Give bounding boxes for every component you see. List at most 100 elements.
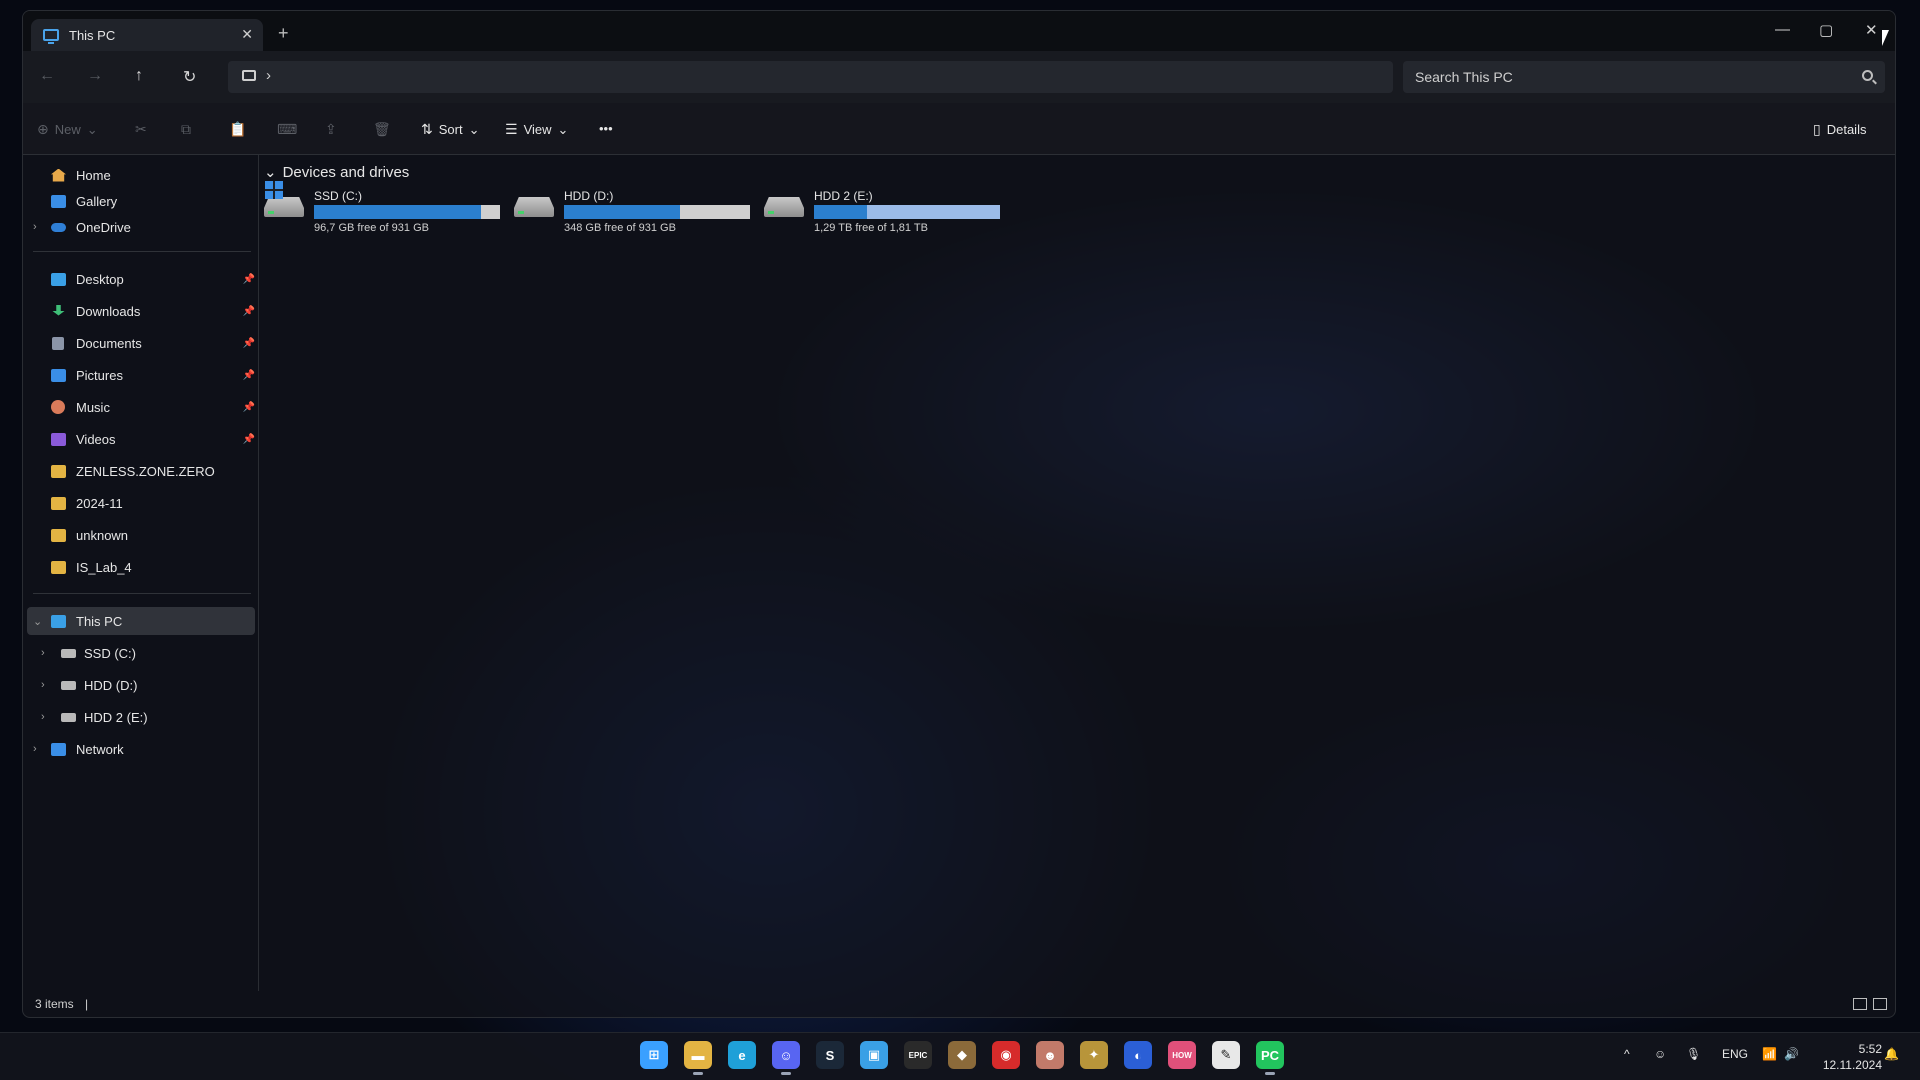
cloud-icon: [51, 223, 66, 232]
clock[interactable]: 5:52 12.11.2024: [1823, 1041, 1882, 1073]
sidebar-divider: [33, 593, 251, 594]
search-icon[interactable]: [1862, 70, 1873, 81]
drive-name: HDD (D:): [564, 189, 614, 203]
tiles-view-icon[interactable]: [1873, 998, 1887, 1010]
taskbar-app-app-notes[interactable]: ✎: [1212, 1041, 1240, 1069]
chevron-down-icon[interactable]: ⌄: [33, 615, 42, 628]
paste-button[interactable]: 📋: [229, 121, 246, 138]
sidebar-item-network[interactable]: › Network: [23, 735, 259, 763]
taskbar-app-app-blue[interactable]: ◐: [1124, 1041, 1152, 1069]
section-title: Devices and drives: [282, 163, 410, 181]
sort-button[interactable]: ⇅ Sort ⌄: [421, 121, 479, 138]
back-button[interactable]: ←: [39, 67, 55, 85]
discord-tray-icon[interactable]: ☺: [1654, 1047, 1666, 1061]
taskbar-app-app-game[interactable]: ✦: [1080, 1041, 1108, 1069]
details-button[interactable]: ▯ Details: [1813, 121, 1866, 138]
paste-icon: 📋: [229, 121, 247, 137]
pin-icon[interactable]: 📌: [243, 402, 255, 413]
delete-button[interactable]: 🗑: [373, 121, 391, 138]
taskbar-app-app-face[interactable]: ☻: [1036, 1041, 1064, 1069]
pin-icon[interactable]: 📌: [243, 274, 255, 285]
sidebar-item-hdd2-e[interactable]: › HDD 2 (E:): [23, 703, 259, 731]
music-icon: [51, 400, 65, 414]
wifi-icon[interactable]: 📶: [1762, 1047, 1777, 1061]
show-hidden-icons-button[interactable]: ^: [1624, 1047, 1630, 1061]
chevron-right-icon[interactable]: ›: [41, 711, 45, 723]
sidebar-item-unknown[interactable]: unknown: [23, 521, 259, 549]
share-button[interactable]: ⇪: [325, 121, 337, 138]
drive-hdd-d[interactable]: HDD (D:) 348 GB free of 931 GB: [514, 189, 754, 237]
chevron-down-icon: ⌄: [468, 121, 480, 137]
drive-hdd2-e[interactable]: HDD 2 (E:) 1,29 TB free of 1,81 TB: [764, 189, 1004, 237]
clock-date: 12.11.2024: [1822, 1058, 1882, 1072]
new-tab-button[interactable]: +: [278, 23, 289, 44]
sidebar-item-zenless-zone-zero[interactable]: ZENLESS.ZONE.ZERO: [23, 457, 259, 485]
sidebar-item-label: 2024-11: [76, 495, 123, 511]
more-options-button[interactable]: •••: [599, 121, 613, 136]
sidebar-item-label: unknown: [76, 527, 129, 543]
taskbar-app-app-cube[interactable]: ◆: [948, 1041, 976, 1069]
chevron-right-icon[interactable]: ›: [33, 743, 37, 755]
breadcrumb-chevron-icon[interactable]: ›: [266, 67, 271, 84]
taskbar-app-app-pink[interactable]: HOW: [1168, 1041, 1196, 1069]
sidebar-item-label: SSD (C:): [84, 645, 136, 661]
details-view-icon[interactable]: [1853, 998, 1867, 1010]
delete-icon: 🗑: [373, 121, 391, 137]
tab-this-pc[interactable]: This PC ✕: [31, 19, 263, 51]
chevron-right-icon[interactable]: ›: [41, 679, 45, 691]
taskbar-app-steam[interactable]: S: [816, 1041, 844, 1069]
view-button[interactable]: ☰ View ⌄: [505, 121, 568, 138]
copy-button[interactable]: ⧉: [181, 121, 191, 138]
sidebar-item-is-lab-4[interactable]: IS_Lab_4: [23, 553, 259, 581]
sidebar-item-ssd-c[interactable]: › SSD (C:): [23, 639, 259, 667]
sidebar-item-hdd-d[interactable]: › HDD (D:): [23, 671, 259, 699]
tab-close-icon[interactable]: ✕: [241, 26, 253, 43]
chevron-right-icon[interactable]: ›: [33, 221, 37, 233]
rename-button[interactable]: ⌨: [277, 121, 297, 138]
pin-icon[interactable]: 📌: [243, 338, 255, 349]
taskbar-app-epic-games[interactable]: EPIC: [904, 1041, 932, 1069]
taskbar-app-pycharm[interactable]: PC: [1256, 1041, 1284, 1075]
sidebar-item-2024-11[interactable]: 2024-11: [23, 489, 259, 517]
taskbar-app-start[interactable]: ⊞: [640, 1041, 668, 1069]
new-button[interactable]: ⊕ New ⌄: [37, 121, 98, 138]
devices-and-drives-header[interactable]: ⌄ Devices and drives: [264, 163, 410, 182]
sidebar-item-desktop[interactable]: Desktop 📌: [23, 265, 259, 293]
address-bar[interactable]: ›: [228, 61, 1393, 93]
cut-button[interactable]: ✂: [135, 121, 147, 138]
sidebar-item-downloads[interactable]: Downloads 📌: [23, 297, 259, 325]
taskbar-app-store[interactable]: ▣: [860, 1041, 888, 1069]
chevron-right-icon[interactable]: ›: [41, 647, 45, 659]
sidebar-item-music[interactable]: Music 📌: [23, 393, 259, 421]
sidebar-item-videos[interactable]: Videos 📌: [23, 425, 259, 453]
minimize-button[interactable]: —: [1775, 21, 1790, 38]
notification-bell-icon[interactable]: 🔔: [1884, 1047, 1899, 1061]
taskbar-app-edge[interactable]: e: [728, 1041, 756, 1069]
folder-icon: [51, 528, 66, 542]
volume-icon[interactable]: 🔊: [1784, 1047, 1799, 1061]
sidebar-item-this-pc[interactable]: ⌄ This PC: [27, 607, 255, 635]
microphone-icon[interactable]: 🎙: [1686, 1047, 1701, 1061]
forward-button[interactable]: →: [87, 67, 103, 85]
language-indicator[interactable]: ENG: [1722, 1047, 1748, 1061]
sidebar-item-gallery[interactable]: Gallery: [23, 187, 259, 215]
search-input[interactable]: Search This PC: [1403, 61, 1885, 93]
sidebar-item-documents[interactable]: Documents 📌: [23, 329, 259, 357]
refresh-button[interactable]: ↻: [183, 67, 196, 87]
taskbar-app-discord[interactable]: ☺: [772, 1041, 800, 1075]
new-icon: ⊕: [37, 121, 49, 137]
drive-icon: [764, 197, 804, 217]
maximize-button[interactable]: ▢: [1819, 21, 1833, 39]
taskbar-app-file-explorer[interactable]: ▬: [684, 1041, 712, 1075]
pin-icon[interactable]: 📌: [243, 434, 255, 445]
pin-icon[interactable]: 📌: [243, 370, 255, 381]
sidebar-item-home[interactable]: Home: [23, 161, 259, 189]
close-button[interactable]: ✕: [1865, 21, 1878, 39]
details-pane-icon: ▯: [1813, 121, 1821, 137]
taskbar-app-app-red[interactable]: ◉: [992, 1041, 1020, 1069]
drive-ssd-c[interactable]: SSD (C:) 96,7 GB free of 931 GB: [264, 181, 504, 237]
sidebar-item-pictures[interactable]: Pictures 📌: [23, 361, 259, 389]
up-button[interactable]: ↑: [135, 67, 143, 85]
sidebar-item-onedrive[interactable]: › OneDrive: [23, 213, 259, 241]
pin-icon[interactable]: 📌: [243, 306, 255, 317]
